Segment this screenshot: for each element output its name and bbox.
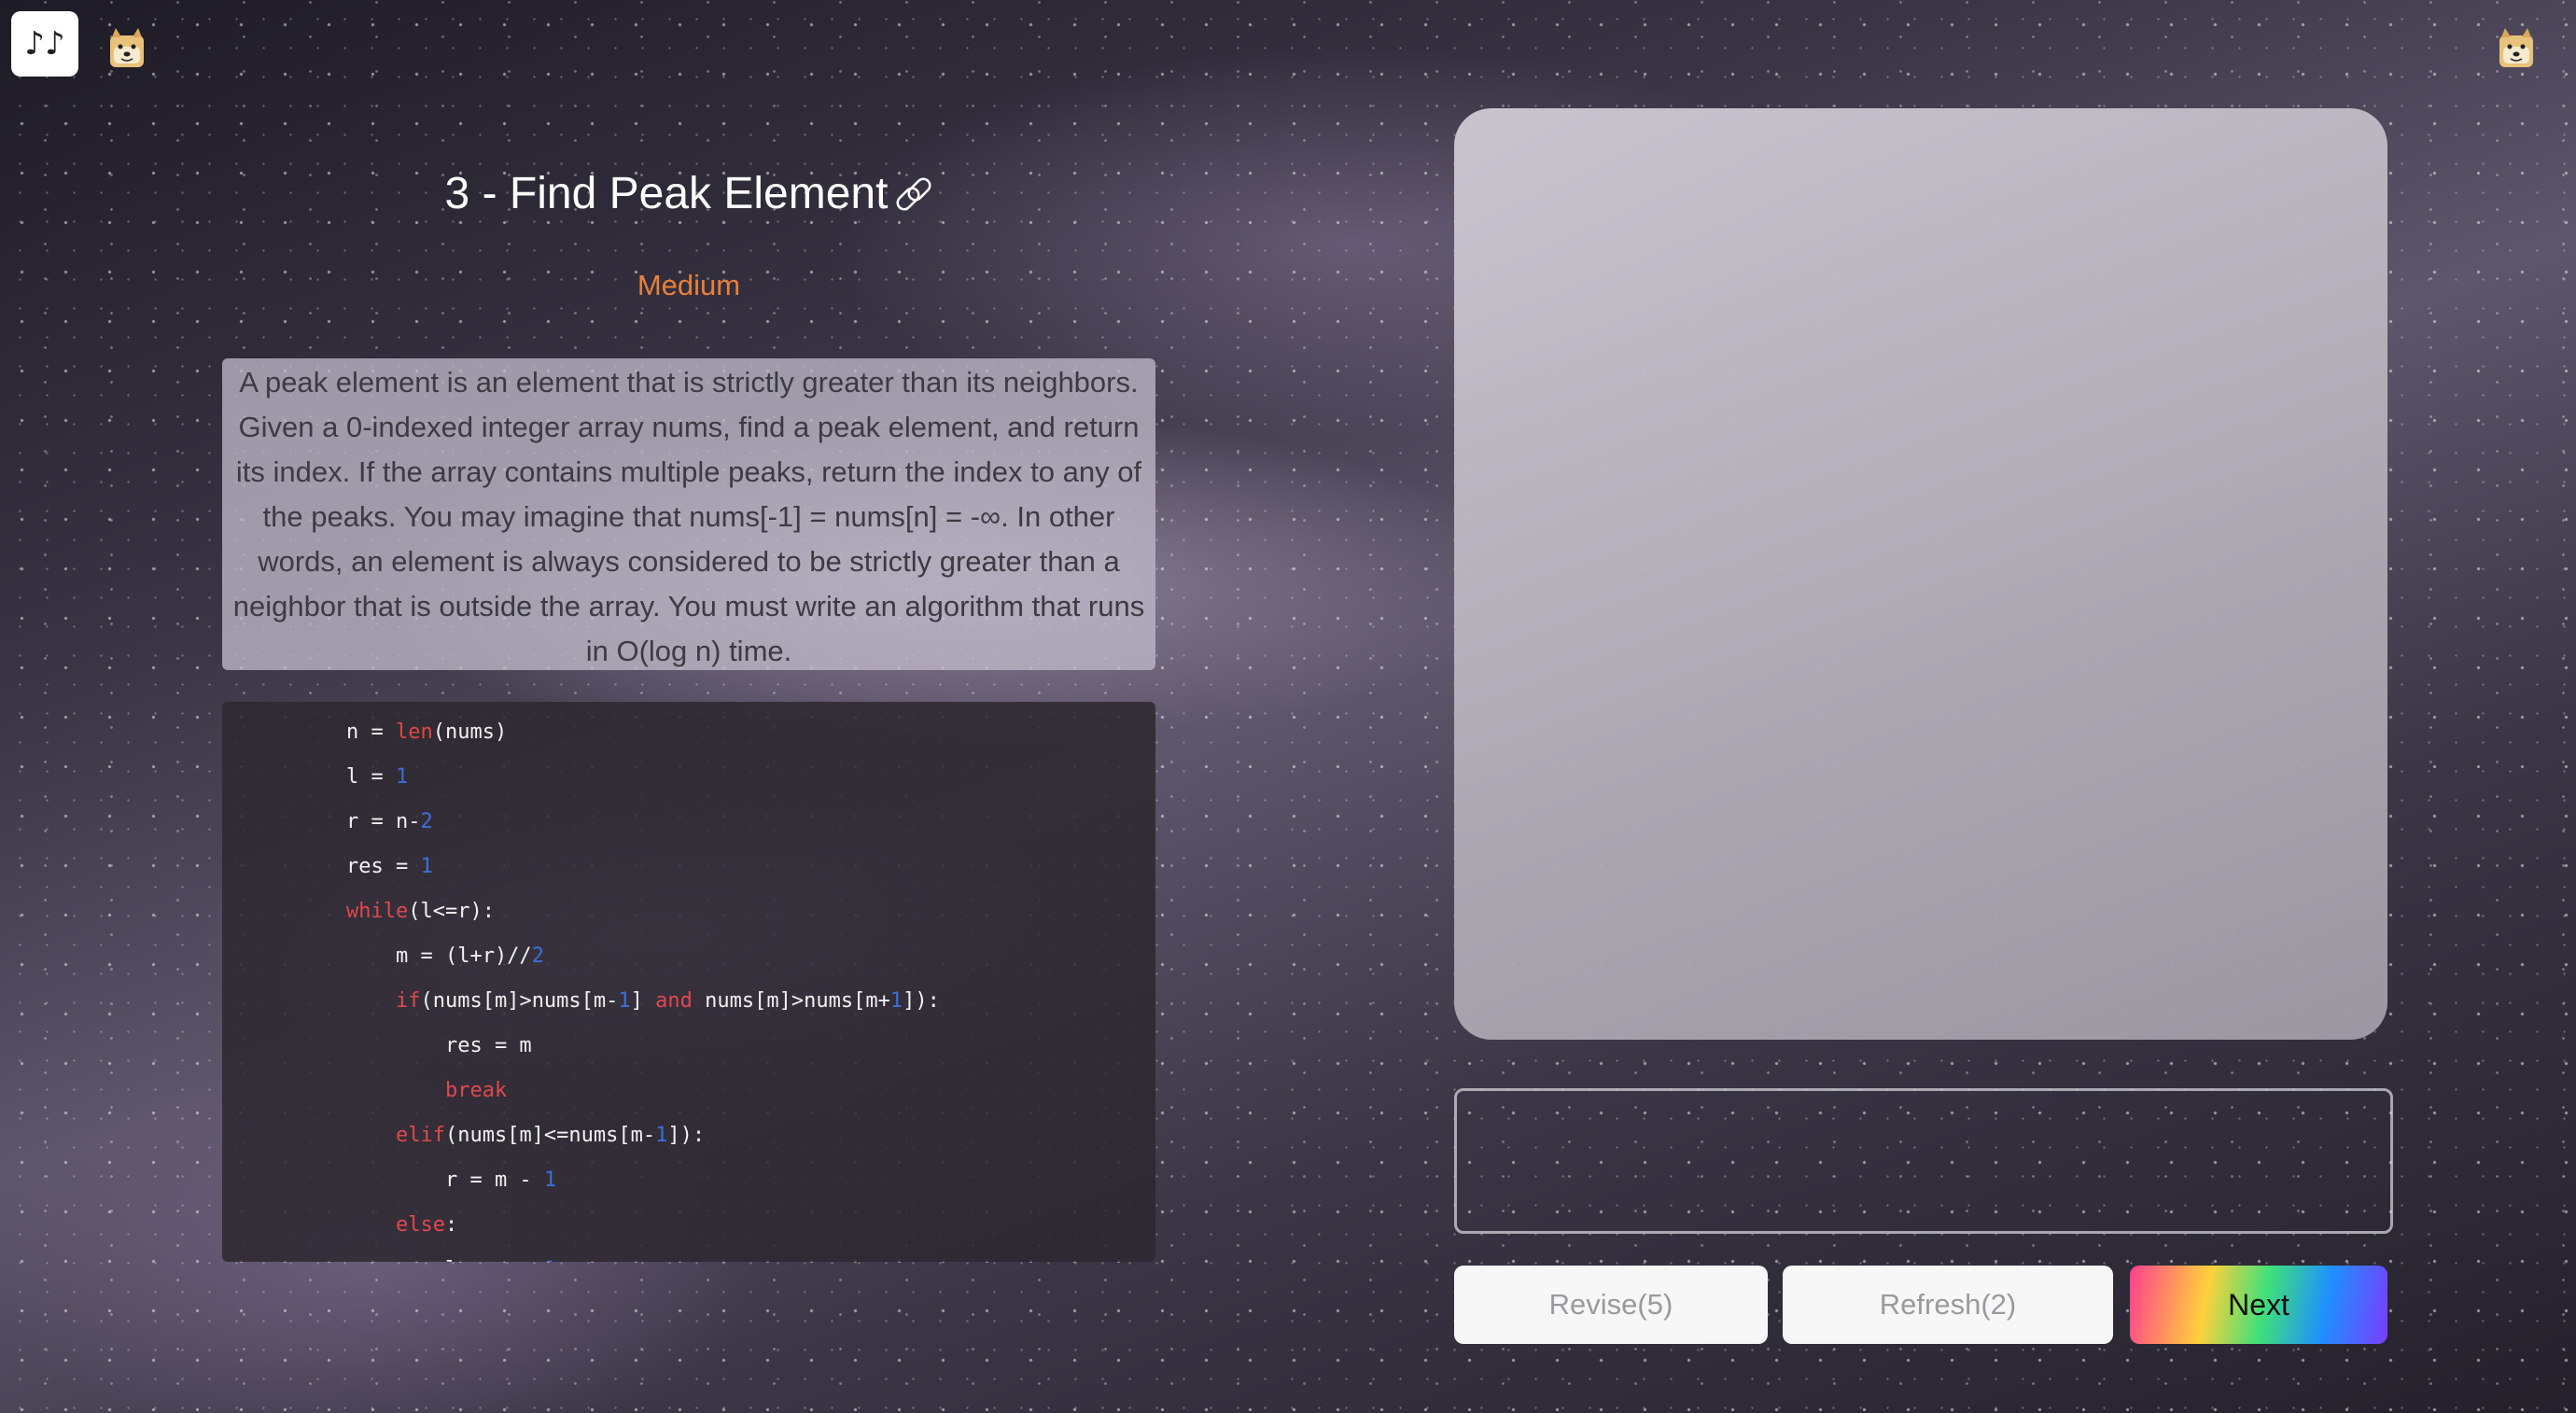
code-token: nums[m]>nums[m+	[692, 989, 890, 1013]
code-token: res =	[346, 855, 421, 878]
code-token: 1	[618, 989, 631, 1013]
code-line: while(l<=r):	[346, 894, 1155, 939]
code-token: (l<=r):	[408, 900, 495, 923]
code-token: if	[395, 989, 421, 1013]
code-token: 2	[531, 944, 544, 968]
problem-title: 3 - Find Peak Element	[224, 168, 1157, 219]
code-token: l =	[346, 765, 396, 789]
code-line: m = (l+r)//2	[346, 939, 1155, 984]
code-token: elif	[395, 1124, 445, 1147]
code-line: r = m - 1	[346, 1163, 1155, 1208]
code-line: res = 1	[346, 849, 1155, 894]
code-token: break	[444, 1079, 508, 1102]
code-token: n =	[346, 720, 396, 744]
code-line: elif(nums[m]<=nums[m-1]):	[346, 1118, 1155, 1163]
answer-input[interactable]	[1454, 1088, 2393, 1234]
code-line: r = n-2	[346, 804, 1155, 849]
music-note-icon: ♪♪	[24, 25, 65, 63]
code-token: l = m +	[346, 1258, 544, 1262]
code-token: 1	[543, 1168, 557, 1192]
code-token: ]):	[903, 989, 940, 1013]
code-line: else:	[346, 1208, 1155, 1252]
code-token: len	[395, 720, 433, 744]
refresh-button[interactable]: Refresh(2)	[1783, 1266, 2113, 1344]
code-token: r = m -	[346, 1168, 544, 1192]
code-token: 1	[889, 989, 903, 1013]
problem-title-text: 3 - Find Peak Element	[444, 169, 889, 218]
code-token: res = m	[346, 1034, 532, 1057]
code-token: 2	[420, 810, 433, 833]
code-token: 1	[655, 1124, 668, 1147]
code-token: 1	[395, 765, 409, 789]
code-token: (nums[m]>nums[m-	[420, 989, 619, 1013]
code-line: break	[346, 1073, 1155, 1118]
music-toggle-button[interactable]: ♪♪	[11, 11, 78, 77]
code-token: (nums[m]<=nums[m-	[444, 1124, 656, 1147]
link-icon[interactable]	[891, 172, 936, 217]
code-token: 1	[544, 1258, 556, 1262]
code-line: l = 1	[346, 760, 1155, 804]
code-token: and	[655, 989, 693, 1013]
code-token: 1	[420, 855, 433, 878]
doge-icon[interactable]	[106, 26, 147, 71]
problem-description: A peak element is an element that is str…	[222, 358, 1155, 670]
code-line: res = m	[346, 1028, 1155, 1073]
difficulty-badge: Medium	[637, 269, 741, 301]
code-panel: n = len(nums) l = 1r = n-2 res = 1 while(l<…	[222, 702, 1155, 1262]
code-token: m = (l+r)//	[346, 944, 532, 968]
code-line: n = len(nums)	[346, 715, 1155, 760]
code-token: (nums)	[432, 720, 508, 744]
code-token: ]	[630, 989, 656, 1013]
code-line: if(nums[m]>nums[m-1] and nums[m]>nums[m+…	[346, 984, 1155, 1028]
code-token: while	[346, 900, 409, 923]
code-token: r = n-	[346, 810, 421, 833]
code-token: :	[444, 1213, 458, 1237]
code-token: ]):	[667, 1124, 706, 1147]
code-line: l = m + 1	[346, 1252, 1155, 1262]
revise-button[interactable]: Revise(5)	[1454, 1266, 1768, 1344]
doge-icon[interactable]	[2496, 26, 2537, 71]
preview-panel	[1454, 108, 2387, 1040]
next-button[interactable]: Next	[2130, 1266, 2387, 1344]
code-token: else	[395, 1213, 445, 1237]
